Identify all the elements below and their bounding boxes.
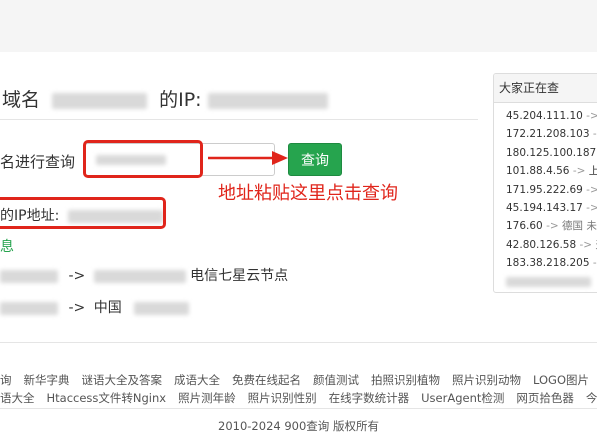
list-item-ip: 101.88.4.56 xyxy=(506,165,570,178)
footer-links-row-1: 询 新华字典 谜语大全及答案 成语大全 免费在线起名 颜值测试 拍照识别植物 照… xyxy=(0,372,595,388)
list-item-ip: 45.204.111.10 xyxy=(506,110,583,122)
page-title: 域名 的IP: xyxy=(2,85,328,112)
footer-link[interactable]: 谜语大全及答案 xyxy=(76,372,169,388)
footer-link[interactable]: 网页拾色器 xyxy=(510,390,580,406)
list-item-arrow: -> xyxy=(586,201,597,214)
arrow-text: -> xyxy=(68,300,86,316)
list-item-ip: 172.21.208.103 xyxy=(506,128,590,141)
footer-link[interactable]: 语大全 xyxy=(0,390,41,406)
query-label: 名进行查询 xyxy=(0,153,76,171)
footer-link[interactable]: UserAgent检测 xyxy=(415,390,510,406)
list-item[interactable]: 45.204.111.10 -> 香 xyxy=(494,107,597,125)
list-item[interactable]: 101.88.4.56 -> 上 xyxy=(494,162,597,180)
query-button[interactable]: 查询 xyxy=(288,143,342,176)
list-item-ip: 42.80.126.58 xyxy=(506,238,577,251)
highlight-box-ip xyxy=(0,197,166,229)
location-text: 电信七星云节点 xyxy=(190,268,289,284)
result-row-1: -> 电信七星云节点 xyxy=(0,265,288,285)
list-item[interactable]: 180.125.100.187 - xyxy=(494,144,597,162)
arrow-right-icon xyxy=(208,151,288,165)
footer-divider xyxy=(0,342,597,343)
list-item[interactable]: 171.95.222.69 -> xyxy=(494,181,597,199)
recent-queries-panel: 大家正在查 45.204.111.10 -> 香 172.21.208.103 … xyxy=(493,73,597,293)
divider xyxy=(0,119,478,120)
list-item[interactable]: 172.21.208.103 -> xyxy=(494,125,597,143)
title-mid: 的IP: xyxy=(159,89,202,111)
footer-link[interactable]: 颜值测试 xyxy=(307,372,365,388)
list-item-ip: 45.194.143.17 xyxy=(506,201,583,214)
list-item-arrow: -> xyxy=(572,165,586,178)
list-item-ip: 183.38.218.205 xyxy=(506,257,590,270)
footer-link[interactable]: 照片识别性别 xyxy=(242,390,323,406)
footer-link[interactable]: 拍照识别植物 xyxy=(365,372,446,388)
list-item-arrow: -> xyxy=(579,238,593,251)
list-item-location: 上 xyxy=(589,165,597,177)
list-item xyxy=(494,273,597,291)
location-text: 中国 xyxy=(93,300,122,316)
annotation-text: 地址粘贴这里点击查询 xyxy=(218,183,398,204)
list-item-arrow: -> xyxy=(586,183,597,196)
list-item[interactable]: 176.60 -> 德国 未 xyxy=(494,217,597,235)
list-item[interactable]: 42.80.126.58 -> 天 xyxy=(494,236,597,254)
highlight-box-input xyxy=(83,140,203,178)
footer-link[interactable]: 在线字数统计器 xyxy=(323,390,416,406)
copyright-text: 2010-2024 900查询 版权所有 xyxy=(218,419,379,433)
footer-link[interactable]: LOGO图片 xyxy=(527,372,595,388)
footer-link[interactable]: 照片识别动物 xyxy=(446,372,527,388)
list-item-ip: 176.60 xyxy=(506,220,543,233)
footer-link[interactable]: 成语大全 xyxy=(168,372,226,388)
footer-links-row-2: 语大全 Htaccess文件转Nginx 照片测年龄 照片识别性别 在线字数统计… xyxy=(0,390,597,406)
list-item-ip: 180.125.100.187 xyxy=(506,146,597,159)
blurred-ip xyxy=(0,269,58,283)
footer-divider xyxy=(0,408,597,409)
footer-link[interactable]: 新华字典 xyxy=(18,372,76,388)
blurred-location xyxy=(93,269,186,283)
recent-queries-title: 大家正在查 xyxy=(494,74,597,103)
result-row-2: -> 中国 xyxy=(0,297,190,317)
blurred-ip xyxy=(0,301,58,315)
list-item-location: 德国 未 xyxy=(562,220,597,233)
blurred-domain xyxy=(52,92,148,109)
footer-link[interactable]: 询 xyxy=(0,372,18,388)
blurred-ip xyxy=(207,92,328,109)
title-prefix: 域名 xyxy=(2,89,41,111)
blurred-entry xyxy=(506,276,591,287)
list-item-arrow: -> xyxy=(586,110,597,122)
list-item[interactable]: 45.194.143.17 -> xyxy=(494,199,597,217)
top-band xyxy=(0,0,597,52)
list-item-arrow: -> xyxy=(546,220,559,233)
list-item-arrow: -> xyxy=(592,128,597,141)
list-item-ip: 171.95.222.69 xyxy=(506,183,583,196)
footer-link[interactable]: 照片测年龄 xyxy=(172,390,242,406)
footer-link[interactable]: Htaccess文件转Nginx xyxy=(41,390,173,406)
arrow-text: -> xyxy=(68,268,86,284)
info-label: 息 xyxy=(0,239,14,255)
blurred-region xyxy=(134,301,190,315)
list-item[interactable]: 183.38.218.205 -> xyxy=(494,254,597,272)
list-item-arrow: -> xyxy=(592,257,597,270)
footer-link[interactable]: 今日 xyxy=(580,390,597,406)
footer-link[interactable]: 免费在线起名 xyxy=(226,372,307,388)
